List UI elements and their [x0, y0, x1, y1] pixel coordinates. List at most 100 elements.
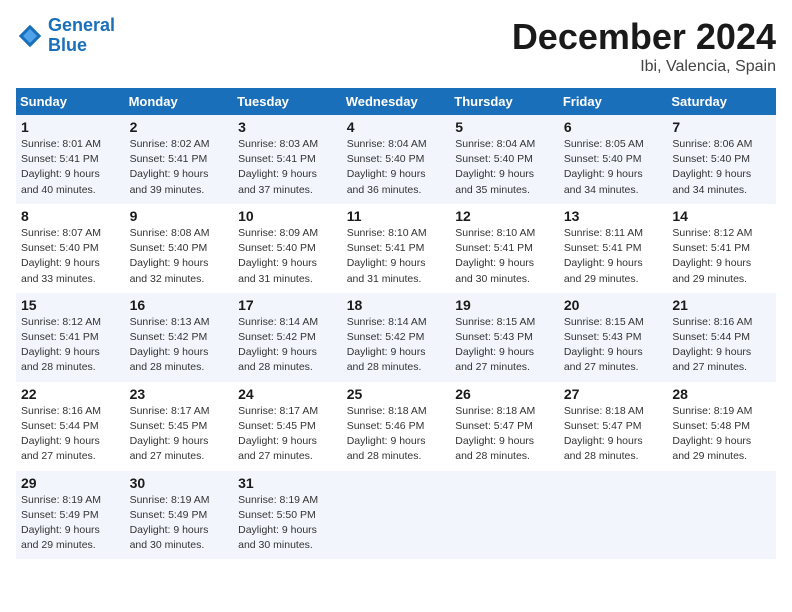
day-cell-14: 14 Sunrise: 8:12 AM Sunset: 5:41 PM Dayl… [667, 204, 776, 293]
daylight-label: Daylight: 9 hours and 35 minutes. [455, 168, 534, 195]
day-number: 15 [21, 297, 120, 313]
day-cell-12: 12 Sunrise: 8:10 AM Sunset: 5:41 PM Dayl… [450, 204, 559, 293]
day-cell-22: 22 Sunrise: 8:16 AM Sunset: 5:44 PM Dayl… [16, 382, 125, 471]
daylight-label: Daylight: 9 hours and 27 minutes. [130, 435, 209, 462]
sunset-label: Sunset: 5:41 PM [21, 331, 99, 343]
day-number: 8 [21, 208, 120, 224]
day-number: 25 [347, 386, 446, 402]
day-info: Sunrise: 8:19 AM Sunset: 5:50 PM Dayligh… [238, 493, 337, 554]
day-info: Sunrise: 8:09 AM Sunset: 5:40 PM Dayligh… [238, 226, 337, 287]
sunset-label: Sunset: 5:43 PM [455, 331, 533, 343]
daylight-label: Daylight: 9 hours and 29 minutes. [672, 257, 751, 284]
sunrise-label: Sunrise: 8:18 AM [347, 405, 427, 417]
day-number: 5 [455, 119, 554, 135]
day-number: 30 [130, 475, 229, 491]
week-row-3: 15 Sunrise: 8:12 AM Sunset: 5:41 PM Dayl… [16, 293, 776, 382]
day-cell-26: 26 Sunrise: 8:18 AM Sunset: 5:47 PM Dayl… [450, 382, 559, 471]
sunset-label: Sunset: 5:40 PM [455, 153, 533, 165]
daylight-label: Daylight: 9 hours and 28 minutes. [21, 346, 100, 373]
day-number: 18 [347, 297, 446, 313]
sunrise-label: Sunrise: 8:19 AM [130, 494, 210, 506]
daylight-label: Daylight: 9 hours and 28 minutes. [238, 346, 317, 373]
daylight-label: Daylight: 9 hours and 28 minutes. [130, 346, 209, 373]
sunrise-label: Sunrise: 8:05 AM [564, 138, 644, 150]
sunrise-label: Sunrise: 8:08 AM [130, 227, 210, 239]
day-cell-30: 30 Sunrise: 8:19 AM Sunset: 5:49 PM Dayl… [125, 471, 234, 560]
sunrise-label: Sunrise: 8:19 AM [672, 405, 752, 417]
daylight-label: Daylight: 9 hours and 27 minutes. [455, 346, 534, 373]
daylight-label: Daylight: 9 hours and 27 minutes. [672, 346, 751, 373]
day-cell-10: 10 Sunrise: 8:09 AM Sunset: 5:40 PM Dayl… [233, 204, 342, 293]
day-info: Sunrise: 8:08 AM Sunset: 5:40 PM Dayligh… [130, 226, 229, 287]
header: General Blue December 2024 Ibi, Valencia… [16, 16, 776, 76]
empty-cell-w4-d5 [559, 471, 668, 560]
day-number: 13 [564, 208, 663, 224]
sunset-label: Sunset: 5:41 PM [455, 242, 533, 254]
daylight-label: Daylight: 9 hours and 29 minutes. [21, 524, 100, 551]
day-cell-5: 5 Sunrise: 8:04 AM Sunset: 5:40 PM Dayli… [450, 115, 559, 204]
sunrise-label: Sunrise: 8:06 AM [672, 138, 752, 150]
day-cell-6: 6 Sunrise: 8:05 AM Sunset: 5:40 PM Dayli… [559, 115, 668, 204]
day-number: 2 [130, 119, 229, 135]
daylight-label: Daylight: 9 hours and 28 minutes. [455, 435, 534, 462]
sunrise-label: Sunrise: 8:19 AM [238, 494, 318, 506]
day-info: Sunrise: 8:18 AM Sunset: 5:46 PM Dayligh… [347, 404, 446, 465]
day-info: Sunrise: 8:15 AM Sunset: 5:43 PM Dayligh… [564, 315, 663, 376]
sunrise-label: Sunrise: 8:04 AM [455, 138, 535, 150]
sunrise-label: Sunrise: 8:02 AM [130, 138, 210, 150]
sunset-label: Sunset: 5:47 PM [455, 420, 533, 432]
day-number: 29 [21, 475, 120, 491]
day-info: Sunrise: 8:19 AM Sunset: 5:49 PM Dayligh… [130, 493, 229, 554]
daylight-label: Daylight: 9 hours and 39 minutes. [130, 168, 209, 195]
sunset-label: Sunset: 5:41 PM [238, 153, 316, 165]
daylight-label: Daylight: 9 hours and 31 minutes. [347, 257, 426, 284]
day-cell-13: 13 Sunrise: 8:11 AM Sunset: 5:41 PM Dayl… [559, 204, 668, 293]
header-sunday: Sunday [16, 88, 125, 115]
day-info: Sunrise: 8:19 AM Sunset: 5:49 PM Dayligh… [21, 493, 120, 554]
day-info: Sunrise: 8:14 AM Sunset: 5:42 PM Dayligh… [238, 315, 337, 376]
month-title: December 2024 [512, 16, 776, 58]
sunrise-label: Sunrise: 8:10 AM [347, 227, 427, 239]
sunrise-label: Sunrise: 8:15 AM [455, 316, 535, 328]
sunrise-label: Sunrise: 8:15 AM [564, 316, 644, 328]
logo: General Blue [16, 16, 115, 56]
sunset-label: Sunset: 5:49 PM [21, 509, 99, 521]
header-monday: Monday [125, 88, 234, 115]
day-number: 23 [130, 386, 229, 402]
day-info: Sunrise: 8:10 AM Sunset: 5:41 PM Dayligh… [347, 226, 446, 287]
sunset-label: Sunset: 5:40 PM [21, 242, 99, 254]
location-title: Ibi, Valencia, Spain [512, 58, 776, 76]
sunrise-label: Sunrise: 8:18 AM [564, 405, 644, 417]
daylight-label: Daylight: 9 hours and 28 minutes. [564, 435, 643, 462]
day-cell-4: 4 Sunrise: 8:04 AM Sunset: 5:40 PM Dayli… [342, 115, 451, 204]
sunrise-label: Sunrise: 8:19 AM [21, 494, 101, 506]
day-number: 26 [455, 386, 554, 402]
day-cell-7: 7 Sunrise: 8:06 AM Sunset: 5:40 PM Dayli… [667, 115, 776, 204]
sunrise-label: Sunrise: 8:13 AM [130, 316, 210, 328]
day-cell-11: 11 Sunrise: 8:10 AM Sunset: 5:41 PM Dayl… [342, 204, 451, 293]
sunset-label: Sunset: 5:41 PM [21, 153, 99, 165]
day-cell-25: 25 Sunrise: 8:18 AM Sunset: 5:46 PM Dayl… [342, 382, 451, 471]
logo-text-line1: General [48, 16, 115, 36]
day-number: 3 [238, 119, 337, 135]
day-info: Sunrise: 8:12 AM Sunset: 5:41 PM Dayligh… [672, 226, 771, 287]
day-info: Sunrise: 8:03 AM Sunset: 5:41 PM Dayligh… [238, 137, 337, 198]
empty-cell-w4-d3 [342, 471, 451, 560]
daylight-label: Daylight: 9 hours and 31 minutes. [238, 257, 317, 284]
logo-icon [16, 22, 44, 50]
daylight-label: Daylight: 9 hours and 32 minutes. [130, 257, 209, 284]
sunset-label: Sunset: 5:43 PM [564, 331, 642, 343]
daylight-label: Daylight: 9 hours and 27 minutes. [564, 346, 643, 373]
week-row-4: 22 Sunrise: 8:16 AM Sunset: 5:44 PM Dayl… [16, 382, 776, 471]
sunrise-label: Sunrise: 8:12 AM [21, 316, 101, 328]
sunset-label: Sunset: 5:40 PM [672, 153, 750, 165]
sunrise-label: Sunrise: 8:10 AM [455, 227, 535, 239]
day-cell-3: 3 Sunrise: 8:03 AM Sunset: 5:41 PM Dayli… [233, 115, 342, 204]
day-info: Sunrise: 8:18 AM Sunset: 5:47 PM Dayligh… [455, 404, 554, 465]
day-info: Sunrise: 8:18 AM Sunset: 5:47 PM Dayligh… [564, 404, 663, 465]
day-cell-28: 28 Sunrise: 8:19 AM Sunset: 5:48 PM Dayl… [667, 382, 776, 471]
day-cell-8: 8 Sunrise: 8:07 AM Sunset: 5:40 PM Dayli… [16, 204, 125, 293]
sunset-label: Sunset: 5:50 PM [238, 509, 316, 521]
day-info: Sunrise: 8:12 AM Sunset: 5:41 PM Dayligh… [21, 315, 120, 376]
daylight-label: Daylight: 9 hours and 40 minutes. [21, 168, 100, 195]
